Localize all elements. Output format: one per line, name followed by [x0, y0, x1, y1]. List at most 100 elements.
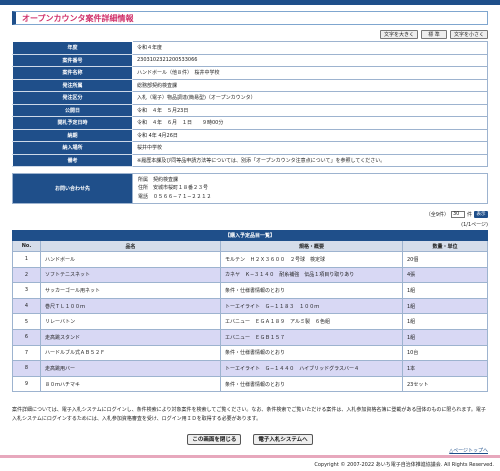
goods-row: 4 巻尺ＴＬ１００ｍ トーエイライト Ｇ−１１８３ １００ｍ 1組 [12, 297, 488, 315]
goods-row: 5 リレーバトン エバニュー ＥＧＡ１８９ アルミ製 ６色組 1組 [12, 313, 488, 330]
goods-spec: 条件・仕様書情報のとおり [220, 282, 403, 299]
goods-row: 8 走高跳用バー トーエイライト Ｇ−１４４０ ハイブリッドグラスバー４ 1本 [12, 360, 488, 377]
goods-name: サッカーゴール用ネット [40, 282, 221, 299]
contact-address: 住所 安城市桜町１８番２３号 [138, 185, 209, 192]
goods-no: 5 [12, 313, 41, 330]
info-label: 案件名称 [12, 66, 133, 80]
col-spec: 規格・概要 [220, 240, 403, 252]
goods-name: ソフトテニスネット [40, 266, 221, 284]
goods-spec: トーエイライト Ｇ−１１８３ １００ｍ [220, 297, 403, 315]
goods-name: リレーバトン [40, 313, 221, 330]
goods-name: ８０ｍハチマキ [40, 375, 221, 393]
font-size-controls: 文字を大きく 標 準 文字を小さく [379, 30, 488, 39]
info-value: ※履歴本課及び同等品申請方法等については、別添「オープンカウンタ注意点について」… [132, 153, 488, 167]
info-row: 納期 令和 4年 4月26日 [12, 128, 488, 142]
goods-qty: 20個 [402, 251, 488, 268]
goods-spec: トーエイライト Ｇ−１４４０ ハイブリッドグラスバー４ [220, 360, 403, 377]
goods-row: 2 ソフトテニスネット カネヤ Ｋ−３１４０ 耐糸補強 伝品１項目り取りあり 4張 [12, 266, 488, 284]
goods-row: 3 サッカーゴール用ネット 条件・仕様書情報のとおり 1組 [12, 282, 488, 299]
contact-phone: 電話 ０５６６−７１−２２１２ [138, 193, 212, 200]
goods-qty: 1組 [402, 282, 488, 299]
page-indicator: (1/1ページ) [461, 222, 488, 228]
info-value: 令和 ４年 ５月23日 [132, 103, 488, 117]
info-value: ハンドボール（他８件） 桜井中学校 [132, 66, 488, 80]
goods-row: 6 走高跳スタンド エバニュー ＥＧＢ１５７ 1組 [12, 328, 488, 346]
info-row: 年度 令和４年度 [12, 41, 488, 55]
page-title: オープンカウンタ案件詳細情報 [22, 14, 134, 23]
info-row: 案件番号 2303102321200533066 [12, 53, 488, 67]
e-bidding-system-button[interactable]: 電子入札システムへ [253, 434, 313, 445]
display-button[interactable]: 表示 [474, 211, 488, 218]
info-label: 案件番号 [12, 53, 133, 67]
goods-name: ハンドボール [40, 251, 221, 268]
goods-spec: 条件・仕様書情報のとおり [220, 375, 403, 393]
info-row: 開札予定日時 令和 ４年 ６月 １日 ９時00分 [12, 116, 488, 130]
goods-caption: 【購入予定品目一覧】 [12, 230, 488, 241]
goods-no: 4 [12, 297, 41, 315]
info-row: 納入場所 桜井中学校 [12, 141, 488, 155]
page-title-bar: オープンカウンタ案件詳細情報 [12, 11, 488, 25]
info-value: 2303102321200533066 [132, 53, 488, 67]
info-value: 令和 ４年 ６月 １日 ９時00分 [132, 116, 488, 130]
goods-spec: エバニュー ＥＧＢ１５７ [220, 328, 403, 346]
info-value: 入札（電子）物品調達(簡易型)（オープンカウンタ） [132, 91, 488, 105]
goods-qty: 1組 [402, 297, 488, 315]
goods-name: 走高跳スタンド [40, 328, 221, 346]
goods-spec: カネヤ Ｋ−３１４０ 耐糸補強 伝品１項目り取りあり [220, 266, 403, 284]
info-label: 納入場所 [12, 141, 133, 155]
col-no: No. [12, 240, 41, 252]
footer-divider [0, 455, 500, 458]
contact-department: 所属 契約検査課 [138, 177, 179, 184]
col-qty: 数量・単位 [402, 240, 488, 252]
info-row: 案件名称 ハンドボール（他８件） 桜井中学校 [12, 66, 488, 80]
font-larger-button[interactable]: 文字を大きく [379, 30, 418, 39]
contact-details: 所属 契約検査課 住所 安城市桜町１８番２３号 電話 ０５６６−７１−２２１２ [132, 173, 488, 204]
goods-spec: 条件・仕様書情報のとおり [220, 344, 403, 362]
page-top-link[interactable]: △ページトップへ [449, 447, 488, 454]
info-value: 桜井中学校 [132, 141, 488, 155]
goods-qty: 1組 [402, 328, 488, 346]
info-row: 公開日 令和 ４年 ５月23日 [12, 103, 488, 117]
top-accent-bar [0, 0, 500, 5]
goods-no: 3 [12, 282, 41, 299]
info-label: 公開日 [12, 103, 133, 117]
goods-no: 8 [12, 360, 41, 377]
info-label: 発注所属 [12, 78, 133, 92]
per-page-suffix: 件 [466, 212, 472, 218]
info-row: 発注区分 入札（電子）物品調達(簡易型)（オープンカウンタ） [12, 91, 488, 105]
goods-spec: エバニュー ＥＧＡ１８９ アルミ製 ６色組 [220, 313, 403, 330]
info-label: 納期 [12, 128, 133, 142]
info-label: 開札予定日時 [12, 116, 133, 130]
info-value: 総務部契約検査課 [132, 78, 488, 92]
total-count: （全9件） [425, 212, 449, 218]
contact-table: お問い合わせ先 所属 契約検査課 住所 安城市桜町１８番２３号 電話 ０５６６−… [12, 173, 488, 204]
goods-qty: 4張 [402, 266, 488, 284]
goods-no: 9 [12, 375, 41, 393]
project-info-table: 年度 令和４年度 案件番号 2303102321200533066 案件名称 ハンドボール… [12, 41, 488, 167]
goods-name: 巻尺ＴＬ１００ｍ [40, 297, 221, 315]
goods-spec: モルテン Ｈ２Ｘ３６００ ２号球 検定球 [220, 251, 403, 268]
info-label: 年度 [12, 41, 133, 55]
font-standard-button[interactable]: 標 準 [420, 30, 447, 39]
goods-qty: 10台 [402, 344, 488, 362]
info-label: 発注区分 [12, 91, 133, 105]
font-smaller-button[interactable]: 文字を小さく [449, 30, 488, 39]
close-window-button[interactable]: この画面を閉じる [187, 434, 242, 445]
copyright-text: Copyright © 2007-2022 あいち電子自治体推進協議会. All… [314, 462, 494, 468]
goods-no: 6 [12, 328, 41, 346]
pagination-controls: （全9件） 30 件 表示 [426, 211, 488, 218]
goods-qty: 23セット [402, 375, 488, 393]
goods-row: 1 ハンドボール モルテン Ｈ２Ｘ３６００ ２号球 検定球 20個 [12, 251, 488, 268]
goods-qty: 1本 [402, 360, 488, 377]
info-row: 備考 ※履歴本課及び同等品申請方法等については、別添「オープンカウンタ注意点につい… [12, 153, 488, 167]
goods-name: 走高跳用バー [40, 360, 221, 377]
contact-label: お問い合わせ先 [12, 173, 133, 204]
goods-no: 7 [12, 344, 41, 362]
info-label: 備考 [12, 153, 133, 167]
goods-row: 9 ８０ｍハチマキ 条件・仕様書情報のとおり 23セット [12, 375, 488, 393]
action-buttons: この画面を閉じる 電子入札システムへ [0, 434, 500, 445]
per-page-select[interactable]: 30 [450, 211, 465, 218]
goods-no: 2 [12, 266, 41, 284]
notice-text: 案件詳細については、電子入札システムにログインし、条件検索により対象案件を検索し… [12, 407, 486, 422]
goods-row: 7 ハードルブル式ＡＢ５２Ｆ 条件・仕様書情報のとおり 10台 [12, 344, 488, 362]
